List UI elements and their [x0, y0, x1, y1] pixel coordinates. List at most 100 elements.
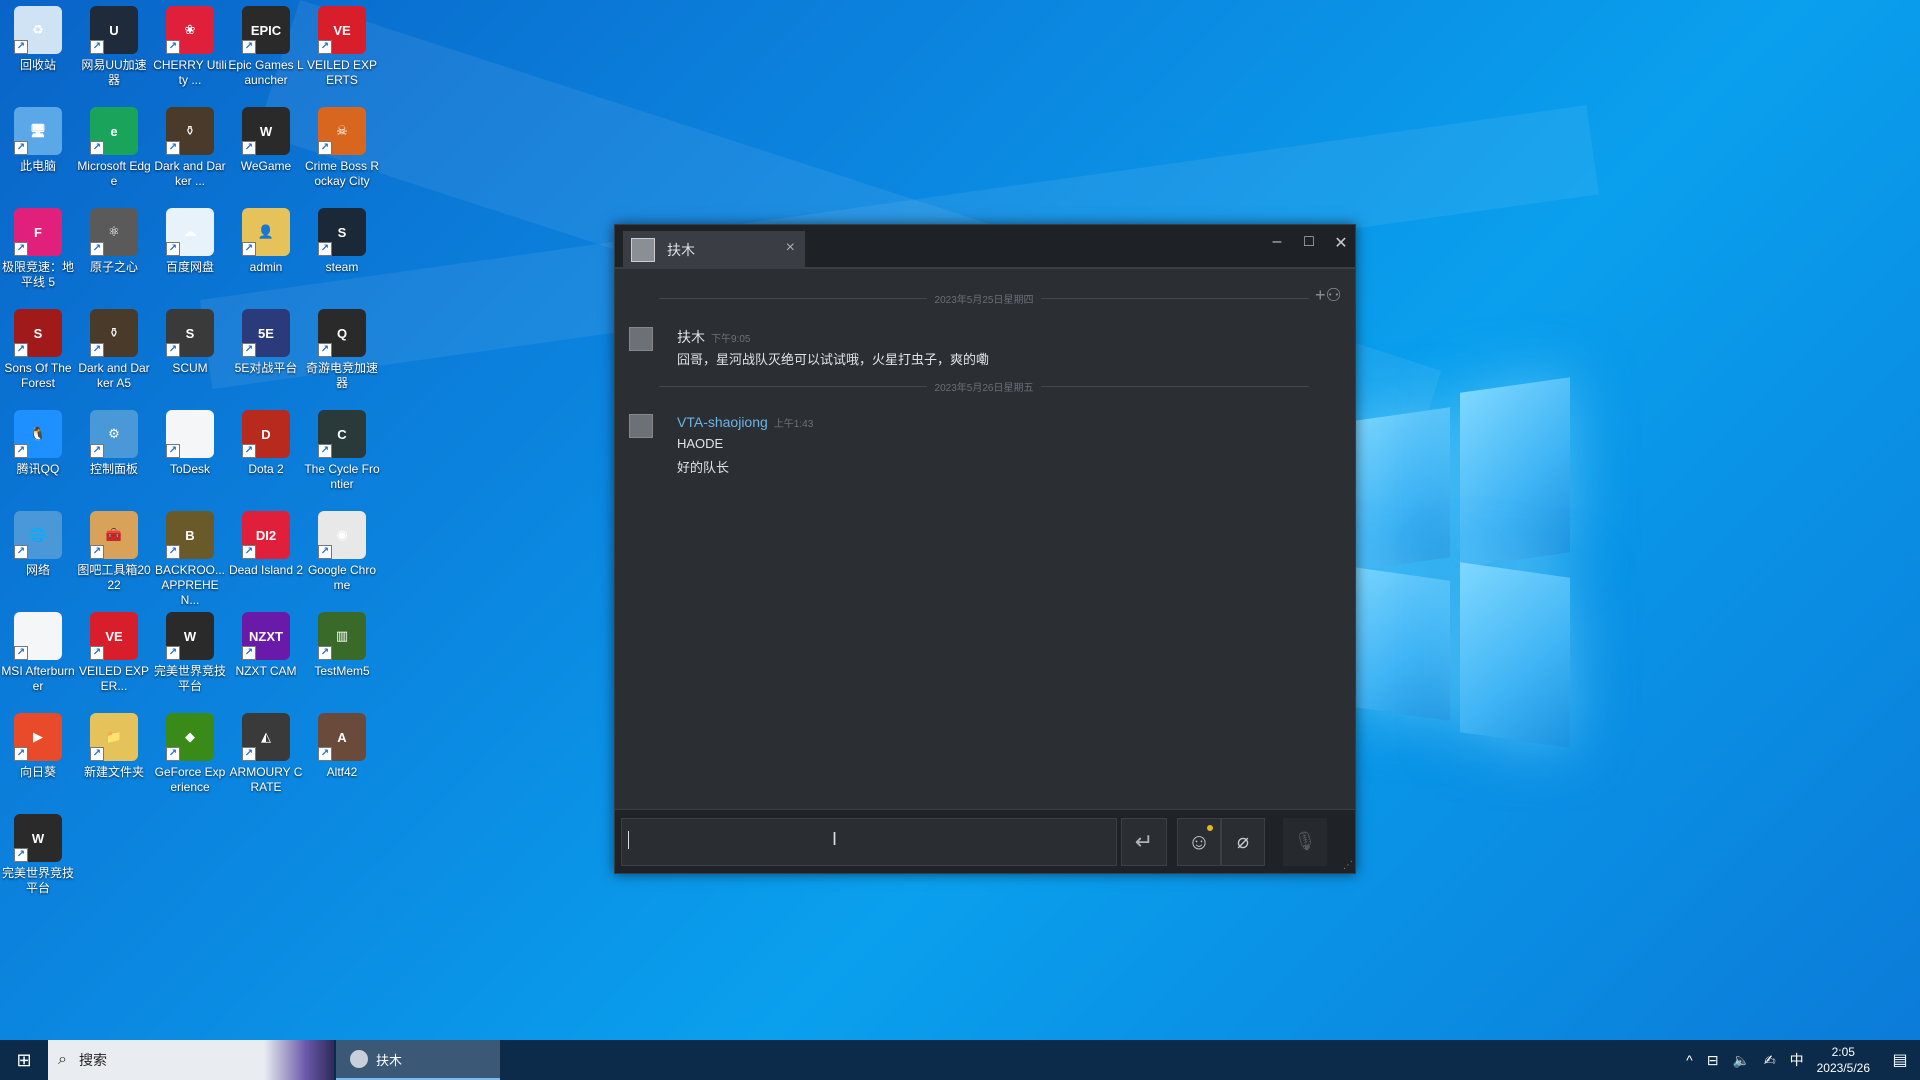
desktop-icon[interactable]: 👤 ↗ admin	[228, 202, 304, 302]
geforce-icon: ◆ ↗	[166, 713, 214, 761]
desktop-icon-label: 网易UU加速器	[81, 58, 147, 87]
desktop-icon[interactable]: Q ↗ 奇游电竞加速器	[304, 303, 380, 403]
taskbar-search[interactable]: ⌕ 搜索	[48, 1040, 334, 1080]
chat-tab[interactable]: 扶木 ×	[623, 231, 805, 269]
shortcut-arrow-icon: ↗	[318, 40, 332, 54]
atomic-heart-icon: ⚛ ↗	[90, 208, 138, 256]
desktop-icon[interactable]: ◆ ↗ GeForce Experience	[152, 707, 228, 807]
message-composer: I ↵ ☺ ⌀ 🎙 ⋰	[615, 809, 1355, 873]
desktop-icon[interactable]: 🧰 ↗ 图吧工具箱2022	[76, 505, 152, 605]
qq-icon: 🐧 ↗	[14, 410, 62, 458]
shortcut-arrow-icon: ↗	[242, 141, 256, 155]
resize-grip-icon[interactable]: ⋰	[1343, 860, 1353, 871]
desktop-icon[interactable]: W ↗ 完美世界竞技平台	[0, 808, 76, 908]
date-separator: 2023年5月25日星期四	[659, 291, 1309, 306]
clock[interactable]: 2:05 2023/5/26	[1817, 1044, 1870, 1076]
chrome-icon: ◉ ↗	[318, 511, 366, 559]
desktop-icon[interactable]: ☠ ↗ Crime Boss Rockay City	[304, 101, 380, 201]
desktop-icon-label: Google Chrome	[307, 563, 377, 592]
desktop-icon[interactable]: ♻ ↗ 回收站	[0, 0, 76, 100]
desktop-icon[interactable]: S ↗ steam	[304, 202, 380, 302]
network-icon[interactable]: ⊟	[1707, 1052, 1719, 1069]
windows-logo-wallpaper	[1340, 375, 1570, 748]
desktop-icon[interactable]: ☁ ↗ 百度网盘	[152, 202, 228, 302]
taskbar-item-chat[interactable]: 扶木	[336, 1040, 500, 1080]
steam-icon: S ↗	[318, 208, 366, 256]
perfect-world-icon: W ↗	[166, 612, 214, 660]
message-text: HAODE	[677, 436, 724, 451]
shortcut-arrow-icon: ↗	[242, 444, 256, 458]
desktop-icon[interactable]: NZXT ↗ NZXT CAM	[228, 606, 304, 706]
desktop-icon[interactable]: 5E ↗ 5E对战平台	[228, 303, 304, 403]
start-button[interactable]: ⊞	[0, 1040, 48, 1080]
shortcut-arrow-icon: ↗	[14, 40, 28, 54]
epic-games-icon: EPIC ↗	[242, 6, 290, 54]
ibeam-cursor-icon: I	[832, 829, 838, 849]
minimize-button[interactable]: –	[1265, 233, 1289, 251]
desktop-icon[interactable]: F ↗ 极限竞速：地平线 5	[0, 202, 76, 302]
desktop-icon[interactable]: ❀ ↗ CHERRY Utility ...	[152, 0, 228, 100]
desktop-icon[interactable]: ↗ ToDesk	[152, 404, 228, 504]
sender-name[interactable]: 扶木 下午9:05	[677, 327, 750, 347]
show-hidden-icons[interactable]: ^	[1686, 1052, 1693, 1068]
shortcut-arrow-icon: ↗	[318, 646, 332, 660]
desktop-icon[interactable]: B ↗ BACKROO... APPREHEN...	[152, 505, 228, 607]
emoticon-button[interactable]: ☺	[1177, 818, 1221, 866]
cherry-utility-icon: ❀ ↗	[166, 6, 214, 54]
desktop-icon-label: 奇游电竞加速器	[305, 361, 378, 390]
desktop-icon[interactable]: S ↗ SCUM	[152, 303, 228, 403]
add-friend-icon[interactable]: +⚇	[1315, 285, 1342, 309]
shortcut-arrow-icon: ↗	[90, 545, 104, 559]
pen-icon[interactable]: ✍	[1764, 1052, 1776, 1069]
close-tab-icon[interactable]: ×	[786, 239, 795, 257]
desktop-icon[interactable]: U ↗ 网易UU加速器	[76, 0, 152, 100]
desktop-icon[interactable]: ⚙ ↗ 控制面板	[76, 404, 152, 504]
desktop-icon[interactable]: VE ↗ VEILED EXPER...	[76, 606, 152, 706]
chat-window[interactable]: 扶木 × – □ ✕ +⚇ 2023年5月25日星期四 扶木 下午9:05 囧哥，…	[614, 224, 1356, 874]
desktop-icon[interactable]: W ↗ 完美世界竞技平台	[152, 606, 228, 706]
desktop-icon[interactable]: ▥ ↗ TestMem5	[304, 606, 380, 706]
shortcut-arrow-icon: ↗	[90, 444, 104, 458]
this-pc-icon: 🖥 ↗	[14, 107, 62, 155]
send-button[interactable]: ↵	[1121, 818, 1167, 866]
desktop-icon[interactable]: S ↗ Sons Of The Forest	[0, 303, 76, 403]
desktop-icon[interactable]: ▶ ↗ 向日葵	[0, 707, 76, 807]
input-method-icon[interactable]: 中	[1790, 1050, 1804, 1070]
attach-button[interactable]: ⌀	[1221, 818, 1265, 866]
desktop-icon[interactable]: A ↗ Altf42	[304, 707, 380, 807]
desktop-icon[interactable]: W ↗ WeGame	[228, 101, 304, 201]
voice-button[interactable]: 🎙	[1283, 818, 1327, 866]
desktop-icon[interactable]: 🖥 ↗ 此电脑	[0, 101, 76, 201]
desktop-icon[interactable]: ◉ ↗ Google Chrome	[304, 505, 380, 605]
close-window-button[interactable]: ✕	[1329, 233, 1353, 253]
desktop-icon[interactable]: e ↗ Microsoft Edge	[76, 101, 152, 201]
chat-titlebar[interactable]: 扶木 × – □ ✕	[615, 225, 1355, 269]
desktop-icon[interactable]: DI2 ↗ Dead Island 2	[228, 505, 304, 605]
msi-afterburner-icon: ↗	[14, 612, 62, 660]
shortcut-arrow-icon: ↗	[318, 141, 332, 155]
message-input[interactable]: I	[621, 818, 1117, 866]
desktop-icon[interactable]: VE ↗ VEILED EXPERTS	[304, 0, 380, 100]
desktop-icon[interactable]: EPIC ↗ Epic Games Launcher	[228, 0, 304, 100]
sender-name[interactable]: VTA-shaojiong 上午1:43	[677, 414, 813, 430]
desktop-icon[interactable]: 🌐 ↗ 网络	[0, 505, 76, 605]
desktop-icon[interactable]: 🐧 ↗ 腾讯QQ	[0, 404, 76, 504]
desktop-icon[interactable]: ⚱ ↗ Dark and Darker A5	[76, 303, 152, 403]
desktop-icon[interactable]: ↗ MSI Afterburner	[0, 606, 76, 706]
desktop-icon[interactable]: ◭ ↗ ARMOURY CRATE	[228, 707, 304, 807]
desktop-icon[interactable]: C ↗ The Cycle Frontier	[304, 404, 380, 504]
maximize-button[interactable]: □	[1297, 233, 1321, 251]
volume-icon[interactable]: 🔈	[1732, 1052, 1749, 1069]
desktop-icon[interactable]: 📁 ↗ 新建文件夹	[76, 707, 152, 807]
desktop-icon-label: GeForce Experience	[154, 765, 226, 794]
dark-and-darker-icon: ⚱ ↗	[166, 107, 214, 155]
notification-icon[interactable]: ▤	[1880, 1050, 1920, 1070]
clock-date: 2023/5/26	[1816, 1061, 1870, 1075]
message-history[interactable]: +⚇ 2023年5月25日星期四 扶木 下午9:05 囧哥，星河战队灭绝可以试试哦…	[615, 271, 1355, 809]
desktop-icon[interactable]: D ↗ Dota 2	[228, 404, 304, 504]
desktop-icon[interactable]: ⚱ ↗ Dark and Darker ...	[152, 101, 228, 201]
desktop-icon-label: 原子之心	[89, 260, 138, 274]
desktop-icon[interactable]: ⚛ ↗ 原子之心	[76, 202, 152, 302]
desktop-icon-label: Epic Games Launcher	[228, 58, 304, 87]
friend-avatar	[631, 238, 655, 262]
